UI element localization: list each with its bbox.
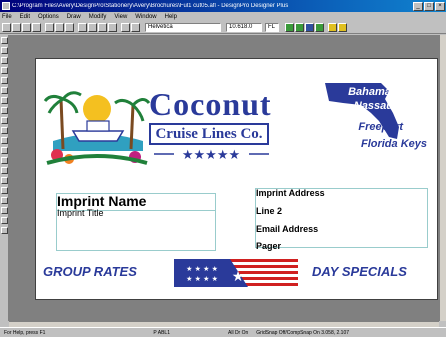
barcode-tool-icon[interactable]: [1, 107, 8, 114]
group-rates-banner[interactable]: GROUP RATES: [43, 264, 137, 279]
resort-illustration: [43, 91, 151, 165]
polygon-tool-icon[interactable]: [1, 87, 8, 94]
company-name-line1[interactable]: Coconut: [149, 87, 272, 121]
svg-text:★ ★ ★ ★: ★ ★ ★ ★: [186, 265, 218, 273]
merge-tool-icon[interactable]: [1, 207, 8, 214]
destination-nassau[interactable]: Nassau: [354, 100, 393, 112]
vertical-scrollbar[interactable]: [439, 35, 446, 321]
svg-text:★ ★ ★ ★: ★ ★ ★ ★: [186, 275, 218, 283]
italic-icon[interactable]: [338, 23, 347, 32]
help-icon[interactable]: [121, 23, 130, 32]
align-left-icon[interactable]: [285, 23, 294, 32]
zoom-out-icon[interactable]: [88, 23, 97, 32]
minimize-button[interactable]: _: [413, 1, 423, 11]
pointer-tool-icon[interactable]: [1, 37, 8, 44]
destination-freeport[interactable]: Freeport: [358, 121, 403, 133]
text-tool-icon[interactable]: [131, 23, 140, 32]
tool-palette: [0, 35, 9, 321]
arc-tool-icon[interactable]: [1, 197, 8, 204]
address-line-2[interactable]: Line 2: [256, 206, 282, 216]
status-grid: GridSnap Off/CompSnap On 3.058, 2.107: [256, 329, 350, 336]
close-button[interactable]: ×: [435, 1, 445, 11]
image-tool-icon[interactable]: [1, 97, 8, 104]
company-name-line2[interactable]: Cruise Lines Co.: [149, 123, 269, 145]
address-pager[interactable]: Pager: [256, 241, 281, 251]
copy-icon[interactable]: [55, 23, 64, 32]
address-line-1[interactable]: Imprint Address: [256, 188, 325, 198]
frame-tool-icon[interactable]: [1, 217, 8, 224]
ellipse-tool-icon[interactable]: [1, 77, 8, 84]
us-flag-graphic: ★ ★ ★ ★ ★ ★ ★ ★ ★: [174, 259, 298, 287]
menu-edit[interactable]: Edit: [20, 14, 30, 20]
svg-text:★: ★: [232, 269, 245, 285]
front-tool-icon[interactable]: [1, 177, 8, 184]
zoom-tool-icon[interactable]: [1, 227, 8, 234]
pen-tool-icon[interactable]: [1, 147, 8, 154]
document-canvas[interactable]: Coconut Cruise Lines Co. ★★★★★ Bahamas N…: [35, 58, 438, 300]
group-tool-icon[interactable]: [1, 157, 8, 164]
menu-options[interactable]: Options: [38, 14, 59, 20]
destination-florida-keys[interactable]: Florida Keys: [361, 138, 427, 150]
zoom-fit-icon[interactable]: [98, 23, 107, 32]
stars-decoration: ★★★★★: [154, 148, 269, 161]
line-tool-icon[interactable]: [1, 57, 8, 64]
font-size-field[interactable]: 10.618.0: [226, 23, 262, 32]
menu-window[interactable]: Window: [135, 14, 156, 20]
menu-bar: File Edit Options Draw Modify View Windo…: [0, 12, 446, 21]
svg-text:★★★★★: ★★★★★: [182, 148, 240, 161]
rotate-tool-icon[interactable]: [1, 127, 8, 134]
menu-draw[interactable]: Draw: [67, 14, 81, 20]
destination-bahamas[interactable]: Bahamas: [348, 86, 397, 98]
bold-icon[interactable]: [328, 23, 337, 32]
justify-icon[interactable]: [315, 23, 324, 32]
style-field[interactable]: FL: [265, 23, 279, 32]
back-tool-icon[interactable]: [1, 187, 8, 194]
status-page: P ABL1: [153, 329, 170, 336]
status-bar: For Help, press F1 P ABL1 All Dr On Grid…: [0, 327, 446, 337]
zoom-page-icon[interactable]: [108, 23, 117, 32]
clipart-tool-icon[interactable]: [1, 117, 8, 124]
day-specials-banner[interactable]: DAY SPECIALS: [312, 264, 407, 279]
cut-icon[interactable]: [45, 23, 54, 32]
window-title: C:\Program Files\Avery\DesignPro\Station…: [12, 3, 289, 9]
align-right-icon[interactable]: [305, 23, 314, 32]
text-tool-icon[interactable]: [1, 47, 8, 54]
menu-file[interactable]: File: [2, 14, 12, 20]
status-help: For Help, press F1: [4, 329, 46, 336]
imprint-name-text[interactable]: Imprint Name: [57, 193, 146, 209]
toolbar: Helvetica 10.618.0 FL: [0, 21, 446, 34]
font-name-field[interactable]: Helvetica: [145, 23, 221, 32]
rectangle-tool-icon[interactable]: [1, 67, 8, 74]
print-icon[interactable]: [32, 23, 41, 32]
open-icon[interactable]: [12, 23, 21, 32]
fill-tool-icon[interactable]: [1, 137, 8, 144]
status-all-on: All Dr On: [228, 329, 249, 336]
zoom-in-icon[interactable]: [78, 23, 87, 32]
imprint-title-text[interactable]: Imprint Title: [57, 208, 104, 218]
address-email[interactable]: Email Address: [256, 224, 318, 234]
title-bar: C:\Program Files\Avery\DesignPro\Station…: [0, 0, 446, 12]
ungroup-tool-icon[interactable]: [1, 167, 8, 174]
save-icon[interactable]: [22, 23, 31, 32]
paste-icon[interactable]: [65, 23, 74, 32]
menu-help[interactable]: Help: [165, 14, 177, 20]
new-icon[interactable]: [2, 23, 11, 32]
menu-view[interactable]: View: [114, 14, 127, 20]
app-icon[interactable]: [2, 2, 10, 10]
align-center-icon[interactable]: [295, 23, 304, 32]
maximize-button[interactable]: □: [424, 1, 434, 11]
menu-modify[interactable]: Modify: [89, 14, 107, 20]
